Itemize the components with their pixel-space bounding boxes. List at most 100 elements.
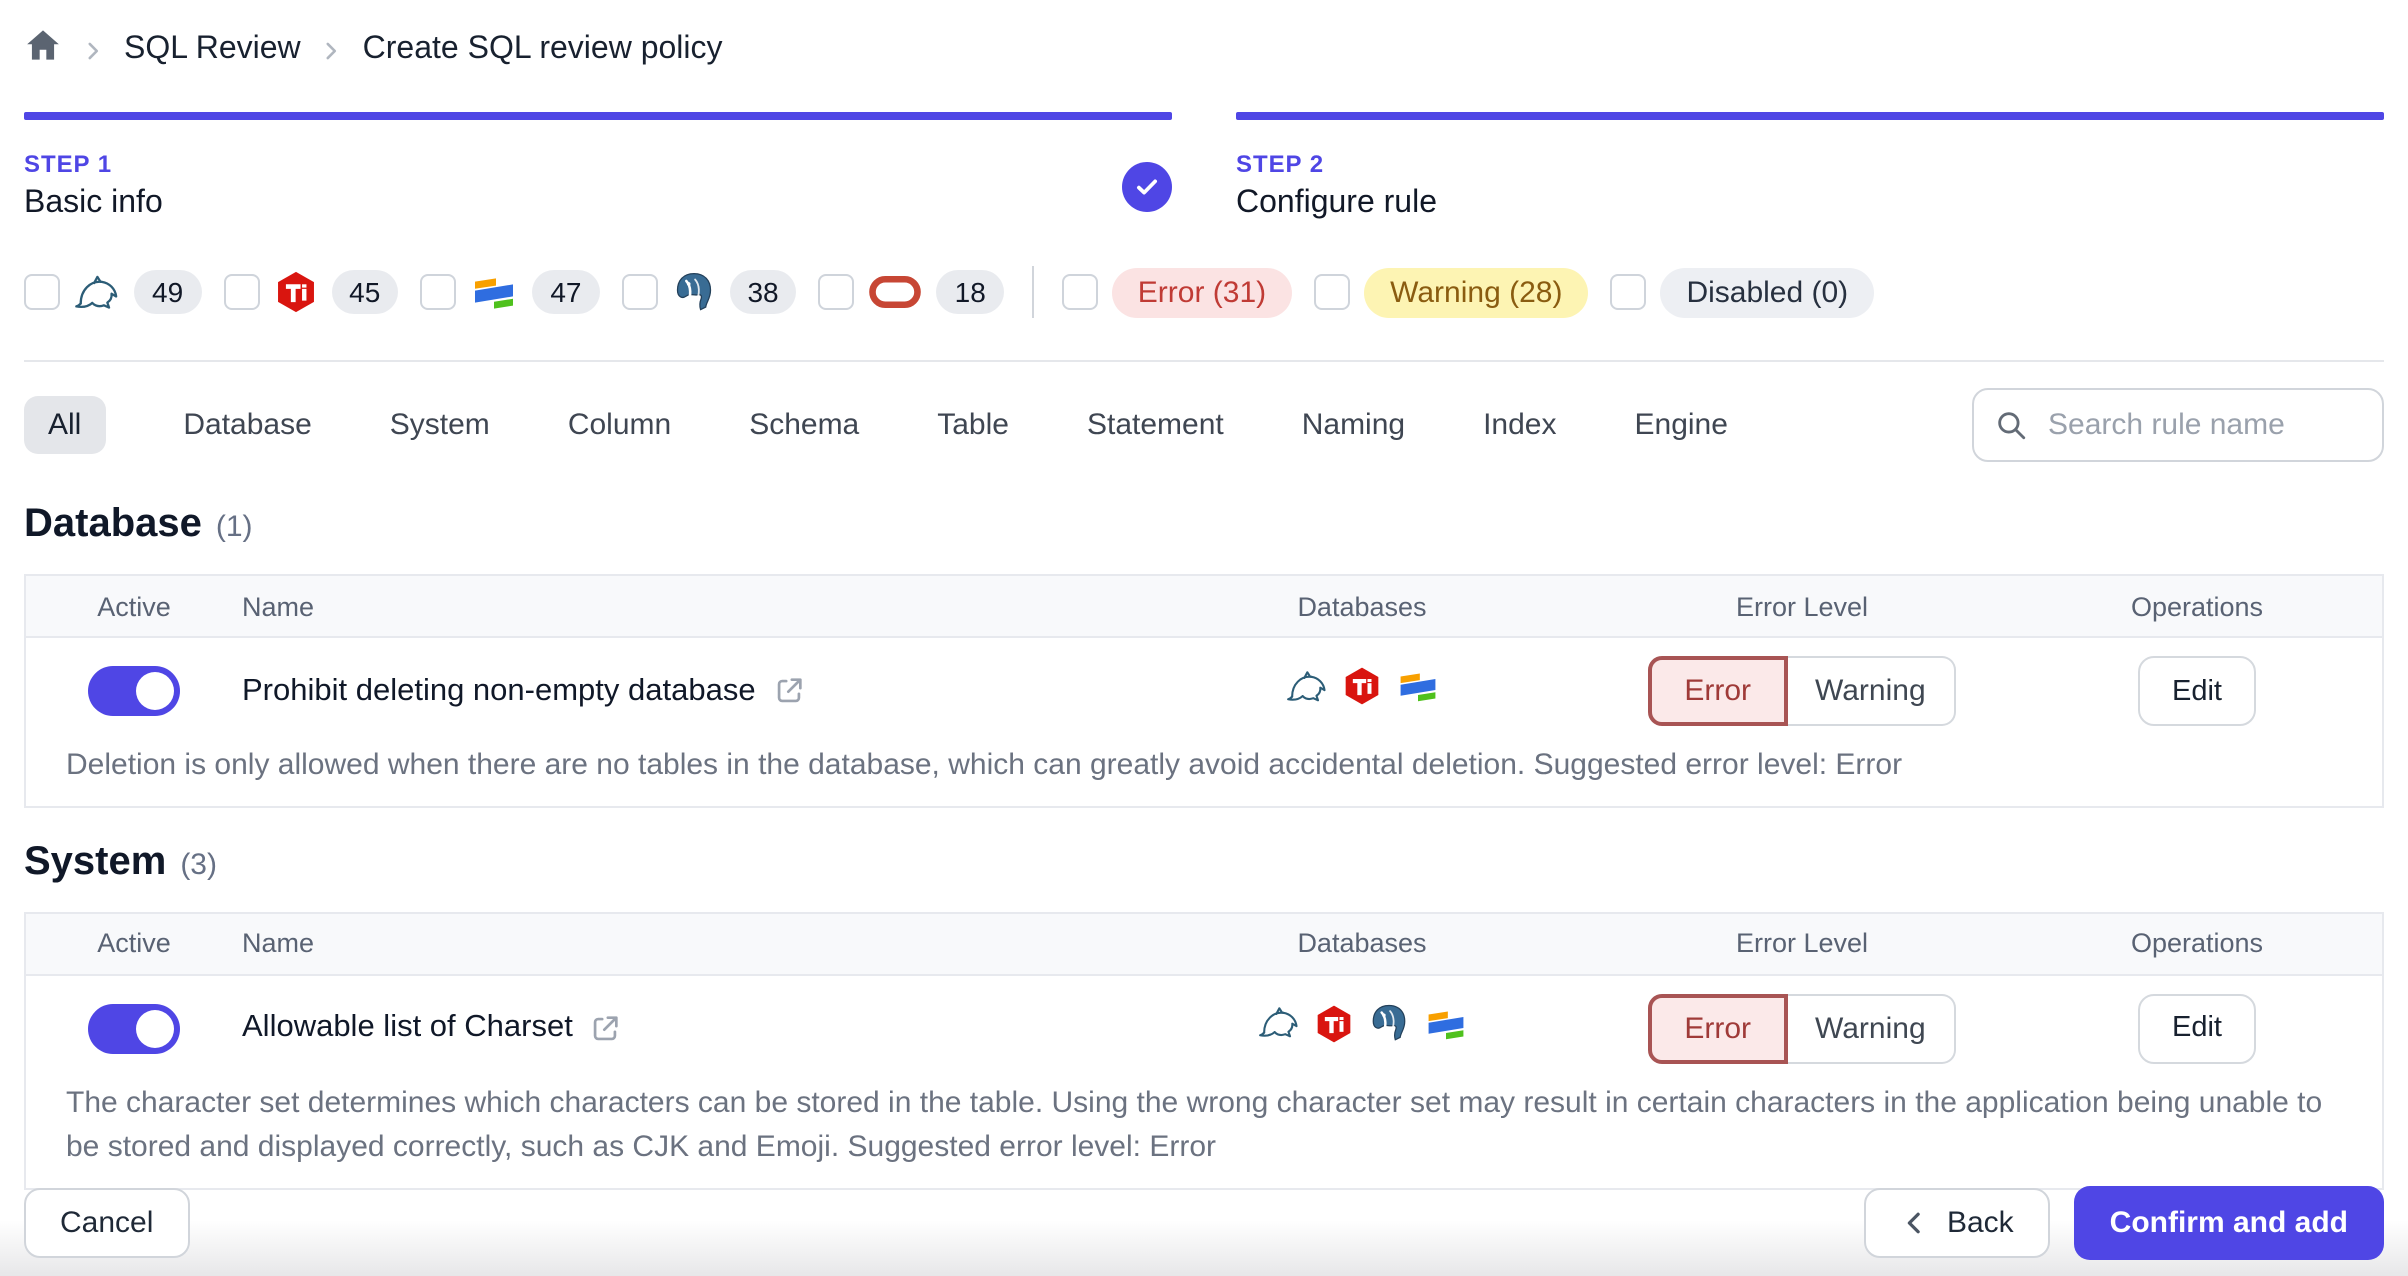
error-level-error-button[interactable]: Error — [1648, 656, 1788, 726]
oceanbase-icon — [1423, 1001, 1467, 1055]
error-count-pill[interactable]: Error (31) — [1111, 267, 1293, 317]
section-divider — [24, 360, 2384, 362]
tidb-checkbox[interactable] — [223, 274, 260, 310]
warning-level-checkbox[interactable] — [1314, 274, 1351, 310]
step-1-progress-bar — [24, 112, 1172, 120]
stepper: STEP 1 Basic info STEP 2 Configure rule — [24, 112, 2384, 222]
error-level-warning-button[interactable]: Warning — [1787, 993, 1956, 1063]
tab-schema[interactable]: Schema — [749, 408, 859, 442]
column-error-level: Error Level — [1735, 928, 1869, 958]
filter-oceanbase: 47 — [420, 268, 600, 316]
table-header: Active Name Databases Error Level Operat… — [26, 913, 2382, 975]
breadcrumb-current-page: Create SQL review policy — [362, 32, 723, 66]
error-level-warning-button[interactable]: Warning — [1787, 656, 1956, 726]
oceanbase-count-badge: 47 — [532, 270, 600, 314]
rule-active-toggle[interactable] — [88, 666, 180, 716]
breadcrumb-sql-review[interactable]: SQL Review — [124, 32, 301, 68]
column-operations: Operations — [2130, 591, 2264, 621]
database-section-count: (1) — [215, 510, 253, 544]
edit-button[interactable]: Edit — [2138, 656, 2256, 726]
breadcrumb-chevron-icon — [319, 37, 345, 63]
column-name: Name — [242, 591, 315, 621]
column-databases: Databases — [1297, 591, 1427, 621]
error-level-checkbox[interactable] — [1061, 274, 1098, 310]
tab-naming[interactable]: Naming — [1302, 408, 1405, 442]
rule-databases — [1132, 1001, 1592, 1055]
oracle-icon — [869, 274, 923, 310]
postgresql-checkbox[interactable] — [621, 274, 658, 310]
column-active: Active — [97, 591, 171, 621]
filter-disabled-level: Disabled (0) — [1610, 267, 1875, 317]
filter-tidb: 45 — [223, 270, 399, 314]
footer-action-bar: Cancel Back Confirm and add — [24, 1186, 2384, 1260]
system-section-count: (3) — [180, 847, 217, 881]
column-operations: Operations — [2130, 928, 2264, 958]
external-link-icon[interactable] — [772, 674, 806, 708]
column-databases: Databases — [1297, 928, 1427, 958]
mysql-icon — [74, 269, 120, 315]
oceanbase-icon — [1395, 664, 1439, 718]
filter-mysql: 49 — [24, 269, 202, 315]
mysql-count-badge: 49 — [134, 270, 202, 314]
tab-engine[interactable]: Engine — [1635, 408, 1728, 442]
mysql-checkbox[interactable] — [24, 274, 60, 310]
tab-database[interactable]: Database — [183, 408, 311, 442]
tidb-icon — [273, 270, 317, 314]
cancel-button[interactable]: Cancel — [24, 1188, 190, 1258]
tab-column[interactable]: Column — [568, 408, 671, 442]
mysql-icon — [1257, 1002, 1299, 1054]
tab-statement[interactable]: Statement — [1087, 408, 1224, 442]
filter-error-level: Error (31) — [1061, 267, 1293, 317]
column-error-level: Error Level — [1735, 591, 1869, 621]
back-button[interactable]: Back — [1864, 1188, 2050, 1258]
edit-button[interactable]: Edit — [2138, 993, 2256, 1063]
home-icon[interactable] — [24, 26, 62, 74]
error-level-error-button[interactable]: Error — [1648, 993, 1788, 1063]
rule-description: The character set determines which chara… — [66, 1085, 2323, 1164]
postgresql-icon — [671, 270, 715, 314]
system-section-title: System — [24, 839, 167, 883]
confirm-and-add-button[interactable]: Confirm and add — [2073, 1186, 2384, 1260]
filter-bar: 49 45 47 38 18 Error (31) Warning (28) D… — [24, 258, 2384, 326]
system-section-heading: System (3) — [24, 839, 2384, 885]
tab-table[interactable]: Table — [937, 408, 1009, 442]
table-header: Active Name Databases Error Level Operat… — [26, 576, 2382, 638]
oceanbase-icon — [470, 268, 518, 316]
search-rule-input[interactable] — [2044, 406, 2362, 444]
warning-count-pill[interactable]: Warning (28) — [1364, 267, 1589, 317]
filter-warning-level: Warning (28) — [1314, 267, 1589, 317]
column-name: Name — [242, 928, 315, 958]
step-1-title: Basic info — [24, 186, 163, 220]
oracle-checkbox[interactable] — [818, 274, 855, 310]
error-level-segmented-control: Error Warning — [1648, 993, 1956, 1063]
step-1-label: STEP 1 — [24, 150, 113, 178]
rule-description: Deletion is only allowed when there are … — [66, 748, 1903, 782]
disabled-level-checkbox[interactable] — [1610, 274, 1647, 310]
create-sql-review-policy-page: SQL Review Create SQL review policy STEP… — [0, 0, 2408, 1276]
tab-index[interactable]: Index — [1483, 408, 1556, 442]
tidb-icon — [1341, 666, 1381, 716]
database-section-title: Database — [24, 502, 202, 546]
filter-divider — [1031, 266, 1034, 318]
tab-system[interactable]: System — [390, 408, 490, 442]
search-rule-box[interactable] — [1972, 388, 2384, 462]
category-tabs: All Database System Column Schema Table … — [24, 388, 2384, 462]
oceanbase-checkbox[interactable] — [420, 274, 457, 310]
column-active: Active — [97, 928, 171, 958]
disabled-count-pill[interactable]: Disabled (0) — [1660, 267, 1875, 317]
step-2-progress-bar — [1236, 112, 2384, 120]
tidb-icon — [1313, 1003, 1353, 1053]
mysql-icon — [1285, 665, 1327, 717]
database-section-heading: Database (1) — [24, 502, 2384, 548]
postgresql-icon — [1367, 1002, 1409, 1054]
breadcrumb: SQL Review Create SQL review policy — [24, 0, 2384, 74]
rule-active-toggle[interactable] — [88, 1003, 180, 1053]
step-2-label: STEP 2 — [1236, 150, 1325, 178]
filter-oracle: 18 — [818, 270, 1004, 314]
external-link-icon[interactable] — [589, 1011, 623, 1045]
back-button-label: Back — [1946, 1206, 2014, 1240]
rule-name: Prohibit deleting non-empty database — [242, 673, 756, 707]
error-level-segmented-control: Error Warning — [1648, 656, 1956, 726]
tab-all[interactable]: All — [24, 396, 106, 454]
step-1: STEP 1 Basic info — [24, 112, 1172, 222]
